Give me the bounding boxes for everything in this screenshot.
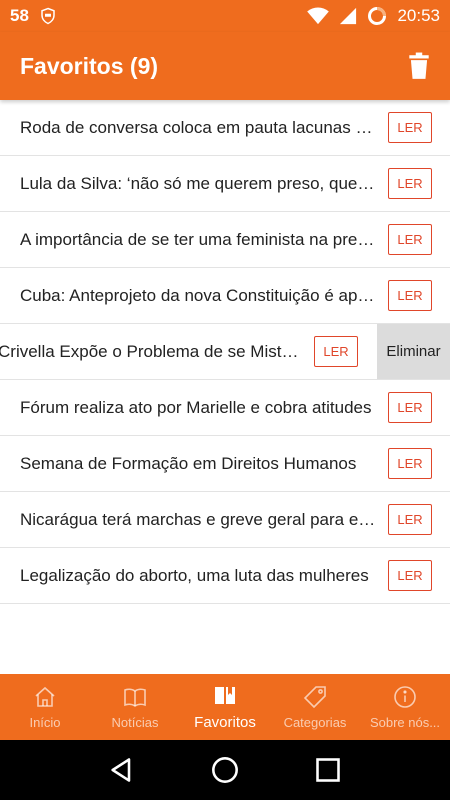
article-title: Cuba: Anteprojeto da nova Constituição é… [20,285,388,305]
list-item-swiped[interactable]: Crivella Expõe o Problema de se Misturar… [0,324,450,380]
battery-icon [368,7,387,25]
list-item[interactable]: Nicarágua terá marchas e greve geral par… [0,492,450,548]
status-notification-count: 58 [10,6,29,25]
nav-label: Favoritos [194,713,256,731]
nav-label: Notícias [111,714,159,730]
article-title: Lula da Silva: ‘não só me querem preso, … [20,173,388,193]
article-title: Crivella Expõe o Problema de se Misturar… [0,341,314,361]
list-item[interactable]: Fórum realiza ato por Marielle e cobra a… [0,380,450,436]
read-button[interactable]: LER [388,280,432,311]
article-title: Legalização do aborto, uma luta das mulh… [20,565,369,585]
info-icon [394,685,416,708]
back-icon[interactable] [108,756,136,784]
read-button[interactable]: LER [388,504,432,535]
trash-icon[interactable] [406,52,432,80]
read-button[interactable]: LER [388,392,432,423]
read-button[interactable]: LER [388,448,432,479]
list-item[interactable]: Legalização do aborto, uma luta das mulh… [0,548,450,604]
status-clock: 20:53 [397,6,440,25]
recent-apps-icon[interactable] [314,756,342,784]
nav-label: Início [29,714,61,730]
list-item[interactable]: Lula da Silva: ‘não só me querem preso, … [0,156,450,212]
read-button[interactable]: LER [388,112,432,143]
article-title: Roda de conversa coloca em pauta lacunas… [20,117,388,137]
page-title: Favoritos (9) [20,52,159,79]
nav-item-favoritos[interactable]: Favoritos [180,674,270,740]
app-bar: Favoritos (9) [0,32,450,100]
read-button[interactable]: LER [314,336,358,367]
read-button[interactable]: LER [388,168,432,199]
shield-icon [41,7,55,25]
home-circle-icon[interactable] [211,756,239,784]
nav-item-inicio[interactable]: Início [0,674,90,740]
status-bar: 58 20:53 [0,0,450,32]
list-item[interactable]: Cuba: Anteprojeto da nova Constituição é… [0,268,450,324]
nav-item-categorias[interactable]: Categorias [270,674,360,740]
list-item[interactable]: Roda de conversa coloca em pauta lacunas… [0,100,450,156]
home-icon [35,686,55,707]
article-title: Nicarágua terá marchas e greve geral par… [20,509,388,529]
nav-label: Sobre nós... [369,714,441,730]
article-title: Fórum realiza ato por Marielle e cobra a… [20,397,372,417]
nav-item-noticias[interactable]: Notícias [90,674,180,740]
read-button[interactable]: LER [388,224,432,255]
tag-icon [303,685,326,708]
list-item[interactable]: A importância de se ter uma feminista na… [0,212,450,268]
nav-item-sobre-nos[interactable]: Sobre nós... [360,674,450,740]
signal-icon [340,7,357,25]
nav-label: Categorias [283,714,347,730]
article-title: A importância de se ter uma feminista na… [20,229,388,249]
bottom-navigation: Início Notícias Favoritos Categorias Sob… [0,674,450,740]
read-button[interactable]: LER [388,560,432,591]
system-navigation-bar [0,740,450,800]
favorites-list: Roda de conversa coloca em pauta lacunas… [0,100,450,604]
delete-button[interactable]: Eliminar [377,324,450,379]
wifi-icon [307,7,330,25]
book-icon [124,688,146,707]
bookmark-book-icon [215,686,235,704]
article-title: Semana de Formação em Direitos Humanos [20,453,357,473]
list-item[interactable]: Semana de Formação em Direitos Humanos L… [0,436,450,492]
